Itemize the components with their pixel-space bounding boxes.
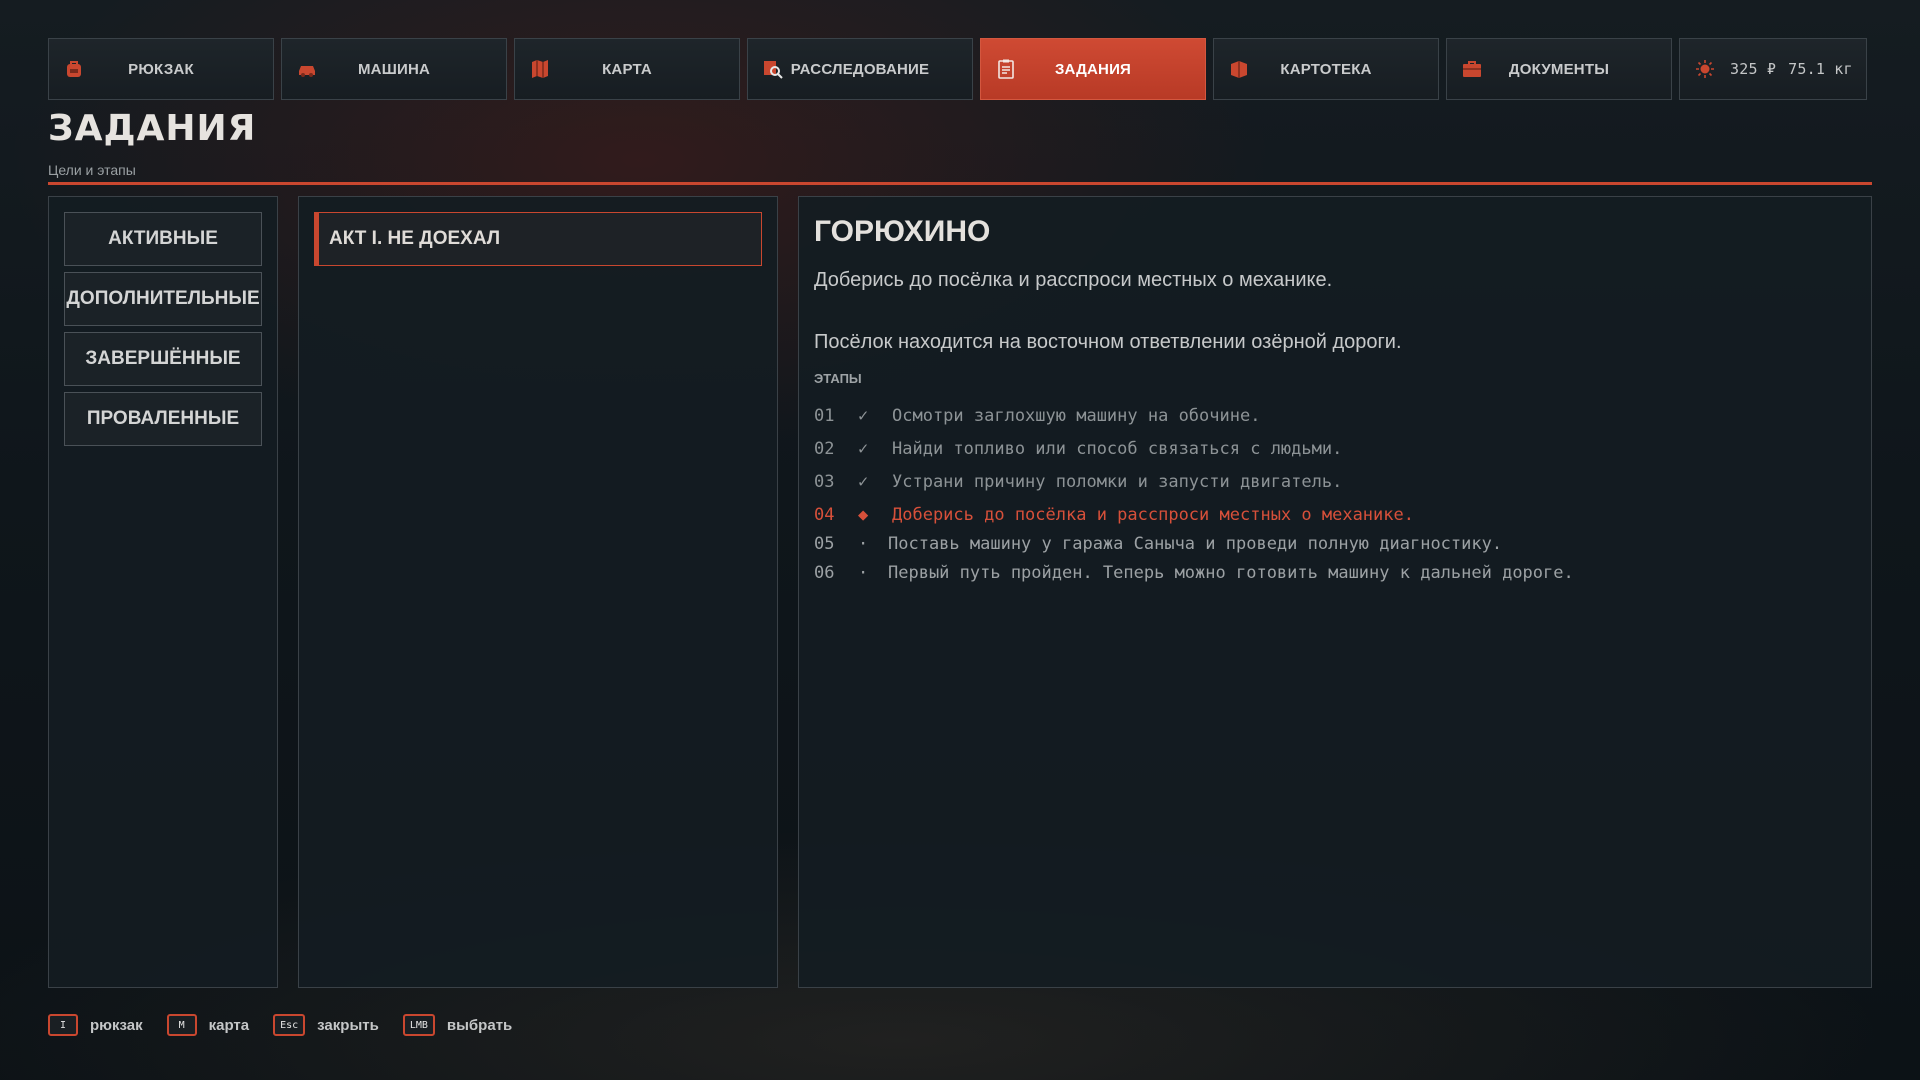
tab-investigation[interactable]: РАССЛЕДОВАНИЕ <box>747 38 973 100</box>
quest-note: Посёлок находится на восточном ответвлен… <box>814 331 1402 353</box>
tab-documents[interactable]: ДОКУМЕНТЫ <box>1446 38 1672 100</box>
stage-text: Осмотри заглохшую машину на обочине. <box>892 406 1261 426</box>
stage-text: Устрани причину поломки и запусти двигат… <box>892 472 1343 492</box>
car-icon <box>299 66 315 77</box>
key-cap: Esc <box>273 1014 306 1036</box>
diamond-icon: ◆ <box>858 505 869 525</box>
key-cap: I <box>48 1014 78 1036</box>
money-value: 325 ₽ <box>1730 60 1777 78</box>
filter-failed-button[interactable]: ПРОВАЛЕННЫЕ <box>64 392 262 446</box>
check-icon: ✓ <box>858 406 869 426</box>
check-icon: ✓ <box>858 472 869 492</box>
hint-close[interactable]: Esc закрыть <box>273 1014 379 1036</box>
quest-objective: Доберись до посёлка и расспроси местных … <box>814 269 1333 291</box>
quest-title: ГОРЮХИНО <box>814 215 991 248</box>
stage-text: Найди топливо или способ связаться с люд… <box>892 439 1343 459</box>
stage-row: 06 · Первый путь пройден. Теперь можно г… <box>814 563 1574 583</box>
sun-icon <box>1696 60 1714 78</box>
stage-row: 02 ✓ Найди топливо или способ связаться … <box>814 439 1342 459</box>
tab-car[interactable]: МАШИНА <box>281 38 507 100</box>
page-title: ЗАДАНИЯ <box>48 108 257 149</box>
tab-quests[interactable]: ЗАДАНИЯ <box>980 38 1206 100</box>
tab-label: РЮКЗАК <box>128 60 194 78</box>
stage-row: 03 ✓ Устрани причину поломки и запусти д… <box>814 472 1342 492</box>
hint-label: выбрать <box>446 1016 513 1034</box>
hint-label: закрыть <box>317 1016 379 1034</box>
check-icon: ✓ <box>858 439 869 459</box>
bullet-icon: · <box>858 563 869 583</box>
filter-additional-button[interactable]: ДОПОЛНИТЕЛЬНЫЕ <box>64 272 262 326</box>
stage-row-current: 04 ◆ Доберись до посёлка и расспроси мес… <box>814 505 1414 525</box>
tab-label: ЗАДАНИЯ <box>1054 60 1132 78</box>
key-hints-bar: I рюкзак M карта Esc закрыть LMB выбрать <box>48 1014 536 1036</box>
tab-label: КАРТОТЕКА <box>1280 60 1372 78</box>
backpack-icon <box>67 61 81 77</box>
tab-map[interactable]: КАРТА <box>514 38 740 100</box>
quest-detail-panel: ГОРЮХИНО Доберись до посёлка и расспроси… <box>798 196 1872 988</box>
key-cap: LMB <box>402 1014 435 1036</box>
stage-number: 06 <box>814 563 835 583</box>
stage-text: Поставь машину у гаража Саныча и проведи… <box>888 534 1503 554</box>
key-cap: M <box>166 1014 197 1036</box>
stage-row: 05 · Поставь машину у гаража Саныча и пр… <box>814 534 1502 554</box>
tab-backpack[interactable]: РЮКЗАК <box>48 38 274 100</box>
weight-value: 75.1 кг <box>1788 60 1853 78</box>
filter-completed-button[interactable]: ЗАВЕРШЁННЫЕ <box>64 332 262 386</box>
header-divider <box>48 182 1872 185</box>
hint-label: рюкзак <box>90 1016 143 1034</box>
file-box-icon <box>1231 61 1247 78</box>
tab-label: МАШИНА <box>357 60 431 78</box>
page-subtitle: Цели и этапы <box>48 162 136 178</box>
clipboard-icon <box>998 59 1014 79</box>
stages-label: ЭТАПЫ <box>814 371 862 386</box>
tab-label: ДОКУМЕНТЫ <box>1508 60 1610 78</box>
stage-text: Доберись до посёлка и расспроси местных … <box>892 505 1414 525</box>
hint-select[interactable]: LMB выбрать <box>402 1014 513 1036</box>
map-icon <box>532 60 548 78</box>
filter-active-button[interactable]: АКТИВНЫЕ <box>64 212 262 266</box>
stage-row: 01 ✓ Осмотри заглохшую машину на обочине… <box>814 406 1260 426</box>
tab-label: КАРТА <box>602 60 652 78</box>
magnifier-icon <box>764 61 783 79</box>
status-readout: 325 ₽ 75.1 кг <box>1679 38 1867 100</box>
stage-number: 01 <box>814 406 835 426</box>
briefcase-icon <box>1463 61 1481 77</box>
top-tab-bar: РЮКЗАК МАШИНА КАРТА РАССЛЕДОВАНИЕ ЗАДАНИ… <box>48 38 1867 100</box>
hint-map[interactable]: M карта <box>166 1014 250 1036</box>
bullet-icon: · <box>858 534 869 554</box>
stage-number: 02 <box>814 439 835 459</box>
stage-number: 03 <box>814 472 835 492</box>
stage-text: Первый путь пройден. Теперь можно готови… <box>888 563 1574 583</box>
stage-number: 05 <box>814 534 835 554</box>
hint-backpack[interactable]: I рюкзак <box>48 1014 143 1036</box>
tab-card-index[interactable]: КАРТОТЕКА <box>1213 38 1439 100</box>
quest-filter-panel: АКТИВНЫЕ ДОПОЛНИТЕЛЬНЫЕ ЗАВЕРШЁННЫЕ ПРОВ… <box>48 196 278 988</box>
quest-list-item[interactable]: АКТ I. НЕ ДОЕХАЛ <box>314 212 762 266</box>
stage-number: 04 <box>814 505 835 525</box>
hint-label: карта <box>208 1016 250 1034</box>
tab-label: РАССЛЕДОВАНИЕ <box>790 60 930 78</box>
quest-list-panel: АКТ I. НЕ ДОЕХАЛ <box>298 196 778 988</box>
